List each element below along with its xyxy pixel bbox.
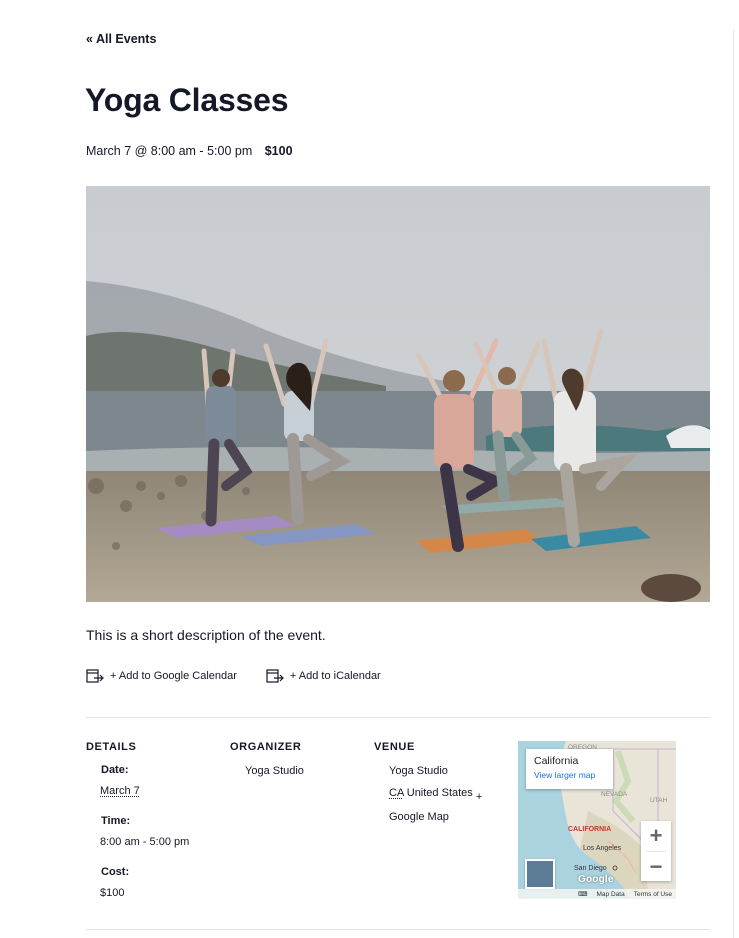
zoom-out-button[interactable]: − <box>641 852 671 882</box>
cost-value: $100 <box>100 887 125 899</box>
satellite-toggle[interactable] <box>525 859 555 889</box>
calendar-export-links: + Add to Google Calendar + Add to iCalen… <box>86 668 381 684</box>
all-events-link[interactable]: « All Events <box>86 32 156 46</box>
event-cost: $100 <box>264 144 293 158</box>
view-larger-map-link[interactable]: View larger map <box>534 770 613 780</box>
organizer-heading: ORGANIZER <box>230 741 302 753</box>
zoom-in-button[interactable]: + <box>641 821 671 851</box>
venue-map[interactable]: OREGON NEVADA UTAH CALIFORNIA Los Angele… <box>518 741 676 899</box>
event-title: Yoga Classes <box>85 82 289 118</box>
add-to-icalendar-label: + Add to iCalendar <box>289 670 381 682</box>
time-value: 8:00 am - 5:00 pm <box>100 836 190 848</box>
map-label-san-diego: San Diego <box>574 865 607 872</box>
details-heading: DETAILS <box>86 741 137 753</box>
add-to-icalendar-link[interactable]: + Add to iCalendar <box>266 668 381 684</box>
calendar-export-icon <box>266 668 284 684</box>
map-place-name: California <box>534 755 579 767</box>
organizer-name[interactable]: Yoga Studio <box>245 765 304 777</box>
date-label: Date: <box>101 764 129 776</box>
terms-of-use-link[interactable]: Terms of Use <box>634 891 672 898</box>
map-label-utah: UTAH <box>650 797 668 804</box>
keyboard-icon[interactable]: ⌨ <box>578 890 587 898</box>
map-label-california: CALIFORNIA <box>568 826 611 833</box>
map-zoom-controls: + − <box>641 821 671 881</box>
section-divider-top <box>86 717 710 718</box>
event-datetime: March 7 @ 8:00 am - 5:00 pm <box>86 144 253 158</box>
map-label-los-angeles: Los Angeles <box>583 845 622 852</box>
section-divider-bottom <box>86 929 710 930</box>
google-map-link-wrap: CA United States + Google Map <box>389 787 499 827</box>
add-to-google-calendar-label: + Add to Google Calendar <box>110 670 237 682</box>
add-to-google-calendar-link[interactable]: + Add to Google Calendar <box>86 668 237 684</box>
venue-heading: VENUE <box>374 741 415 753</box>
venue-name: Yoga Studio <box>389 765 448 777</box>
map-label-nevada: NEVADA <box>601 791 628 798</box>
date-value: March 7 <box>100 785 140 797</box>
calendar-export-icon <box>86 668 104 684</box>
google-logo: Google <box>578 874 614 885</box>
map-data-label[interactable]: Map Data <box>597 891 625 898</box>
event-schedule: March 7 @ 8:00 am - 5:00 pm $100 <box>86 144 293 158</box>
page-edge-rule <box>733 30 734 938</box>
event-description: This is a short description of the event… <box>86 627 326 643</box>
map-footer: ⌨ Map Data Terms of Use <box>518 889 676 899</box>
google-map-link[interactable]: + Google Map <box>389 791 482 823</box>
cost-label: Cost: <box>101 866 130 878</box>
time-label: Time: <box>101 815 131 827</box>
map-info-card: California View larger map <box>526 749 613 789</box>
event-featured-image <box>86 186 710 602</box>
